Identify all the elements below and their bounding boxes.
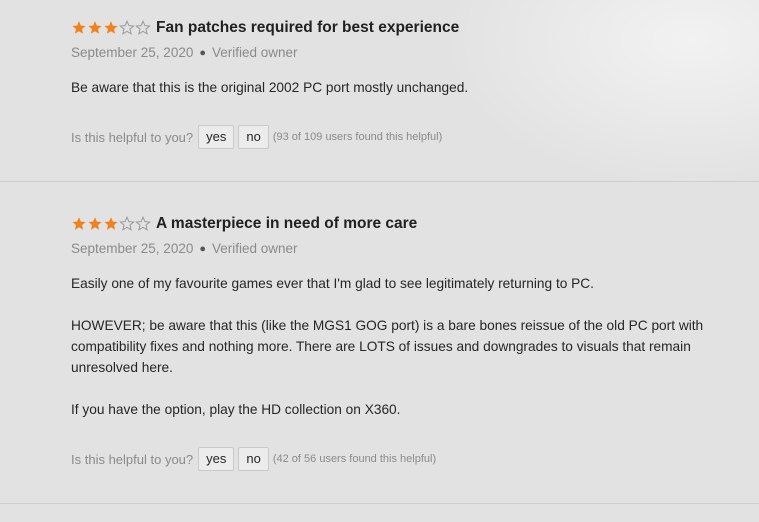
review-body: Easily one of my favourite games ever th…	[71, 273, 731, 420]
star-outline-icon	[119, 20, 135, 35]
helpful-prompt: Is this helpful to you?	[71, 129, 194, 145]
helpful-row: Is this helpful to you? yes no (42 of 56…	[71, 447, 436, 471]
review-paragraph: If you have the option, play the HD coll…	[71, 402, 401, 417]
helpful-prompt: Is this helpful to you?	[71, 451, 194, 467]
star-rating	[71, 216, 151, 232]
review-paragraph: Be aware that this is the original 2002 …	[71, 80, 469, 95]
review-card: Fan patches required for best experience…	[0, 0, 759, 182]
bullet-separator: ●	[199, 242, 206, 255]
review-title-row: A masterpiece in need of more care	[71, 215, 417, 233]
review-title-row: Fan patches required for best experience	[71, 19, 459, 37]
vote-yes-button[interactable]: yes	[198, 125, 235, 149]
review-date: September 25, 2020	[71, 241, 194, 256]
review-paragraph: HOWEVER; be aware that this (like the MG…	[71, 318, 704, 375]
star-filled-icon	[104, 217, 118, 230]
star-rating	[71, 20, 151, 36]
bullet-separator: ●	[199, 46, 206, 59]
review-card: A masterpiece in need of more care Septe…	[0, 182, 759, 504]
helpful-count: (42 of 56 users found this helpful)	[272, 453, 437, 465]
star-filled-icon	[72, 217, 86, 230]
star-outline-icon	[135, 20, 151, 35]
star-filled-icon	[104, 21, 118, 34]
star-outline-icon	[119, 216, 135, 231]
verified-owner-label: Verified owner	[212, 241, 298, 256]
vote-no-button[interactable]: no	[238, 447, 269, 471]
review-meta: September 25, 2020 ● Verified owner	[71, 45, 298, 60]
review-paragraph: Easily one of my favourite games ever th…	[71, 276, 594, 291]
review-meta: September 25, 2020 ● Verified owner	[71, 241, 298, 256]
star-outline-icon	[135, 216, 151, 231]
vote-yes-button[interactable]: yes	[198, 447, 235, 471]
helpful-count: (93 of 109 users found this helpful)	[272, 131, 443, 143]
star-filled-icon	[88, 21, 102, 34]
star-filled-icon	[72, 21, 86, 34]
star-filled-icon	[88, 217, 102, 230]
review-body: Be aware that this is the original 2002 …	[71, 77, 731, 98]
vote-no-button[interactable]: no	[238, 125, 269, 149]
review-title: A masterpiece in need of more care	[156, 215, 418, 232]
review-title: Fan patches required for best experience	[156, 19, 460, 36]
review-date: September 25, 2020	[71, 45, 194, 60]
verified-owner-label: Verified owner	[212, 45, 298, 60]
helpful-row: Is this helpful to you? yes no (93 of 10…	[71, 125, 442, 149]
